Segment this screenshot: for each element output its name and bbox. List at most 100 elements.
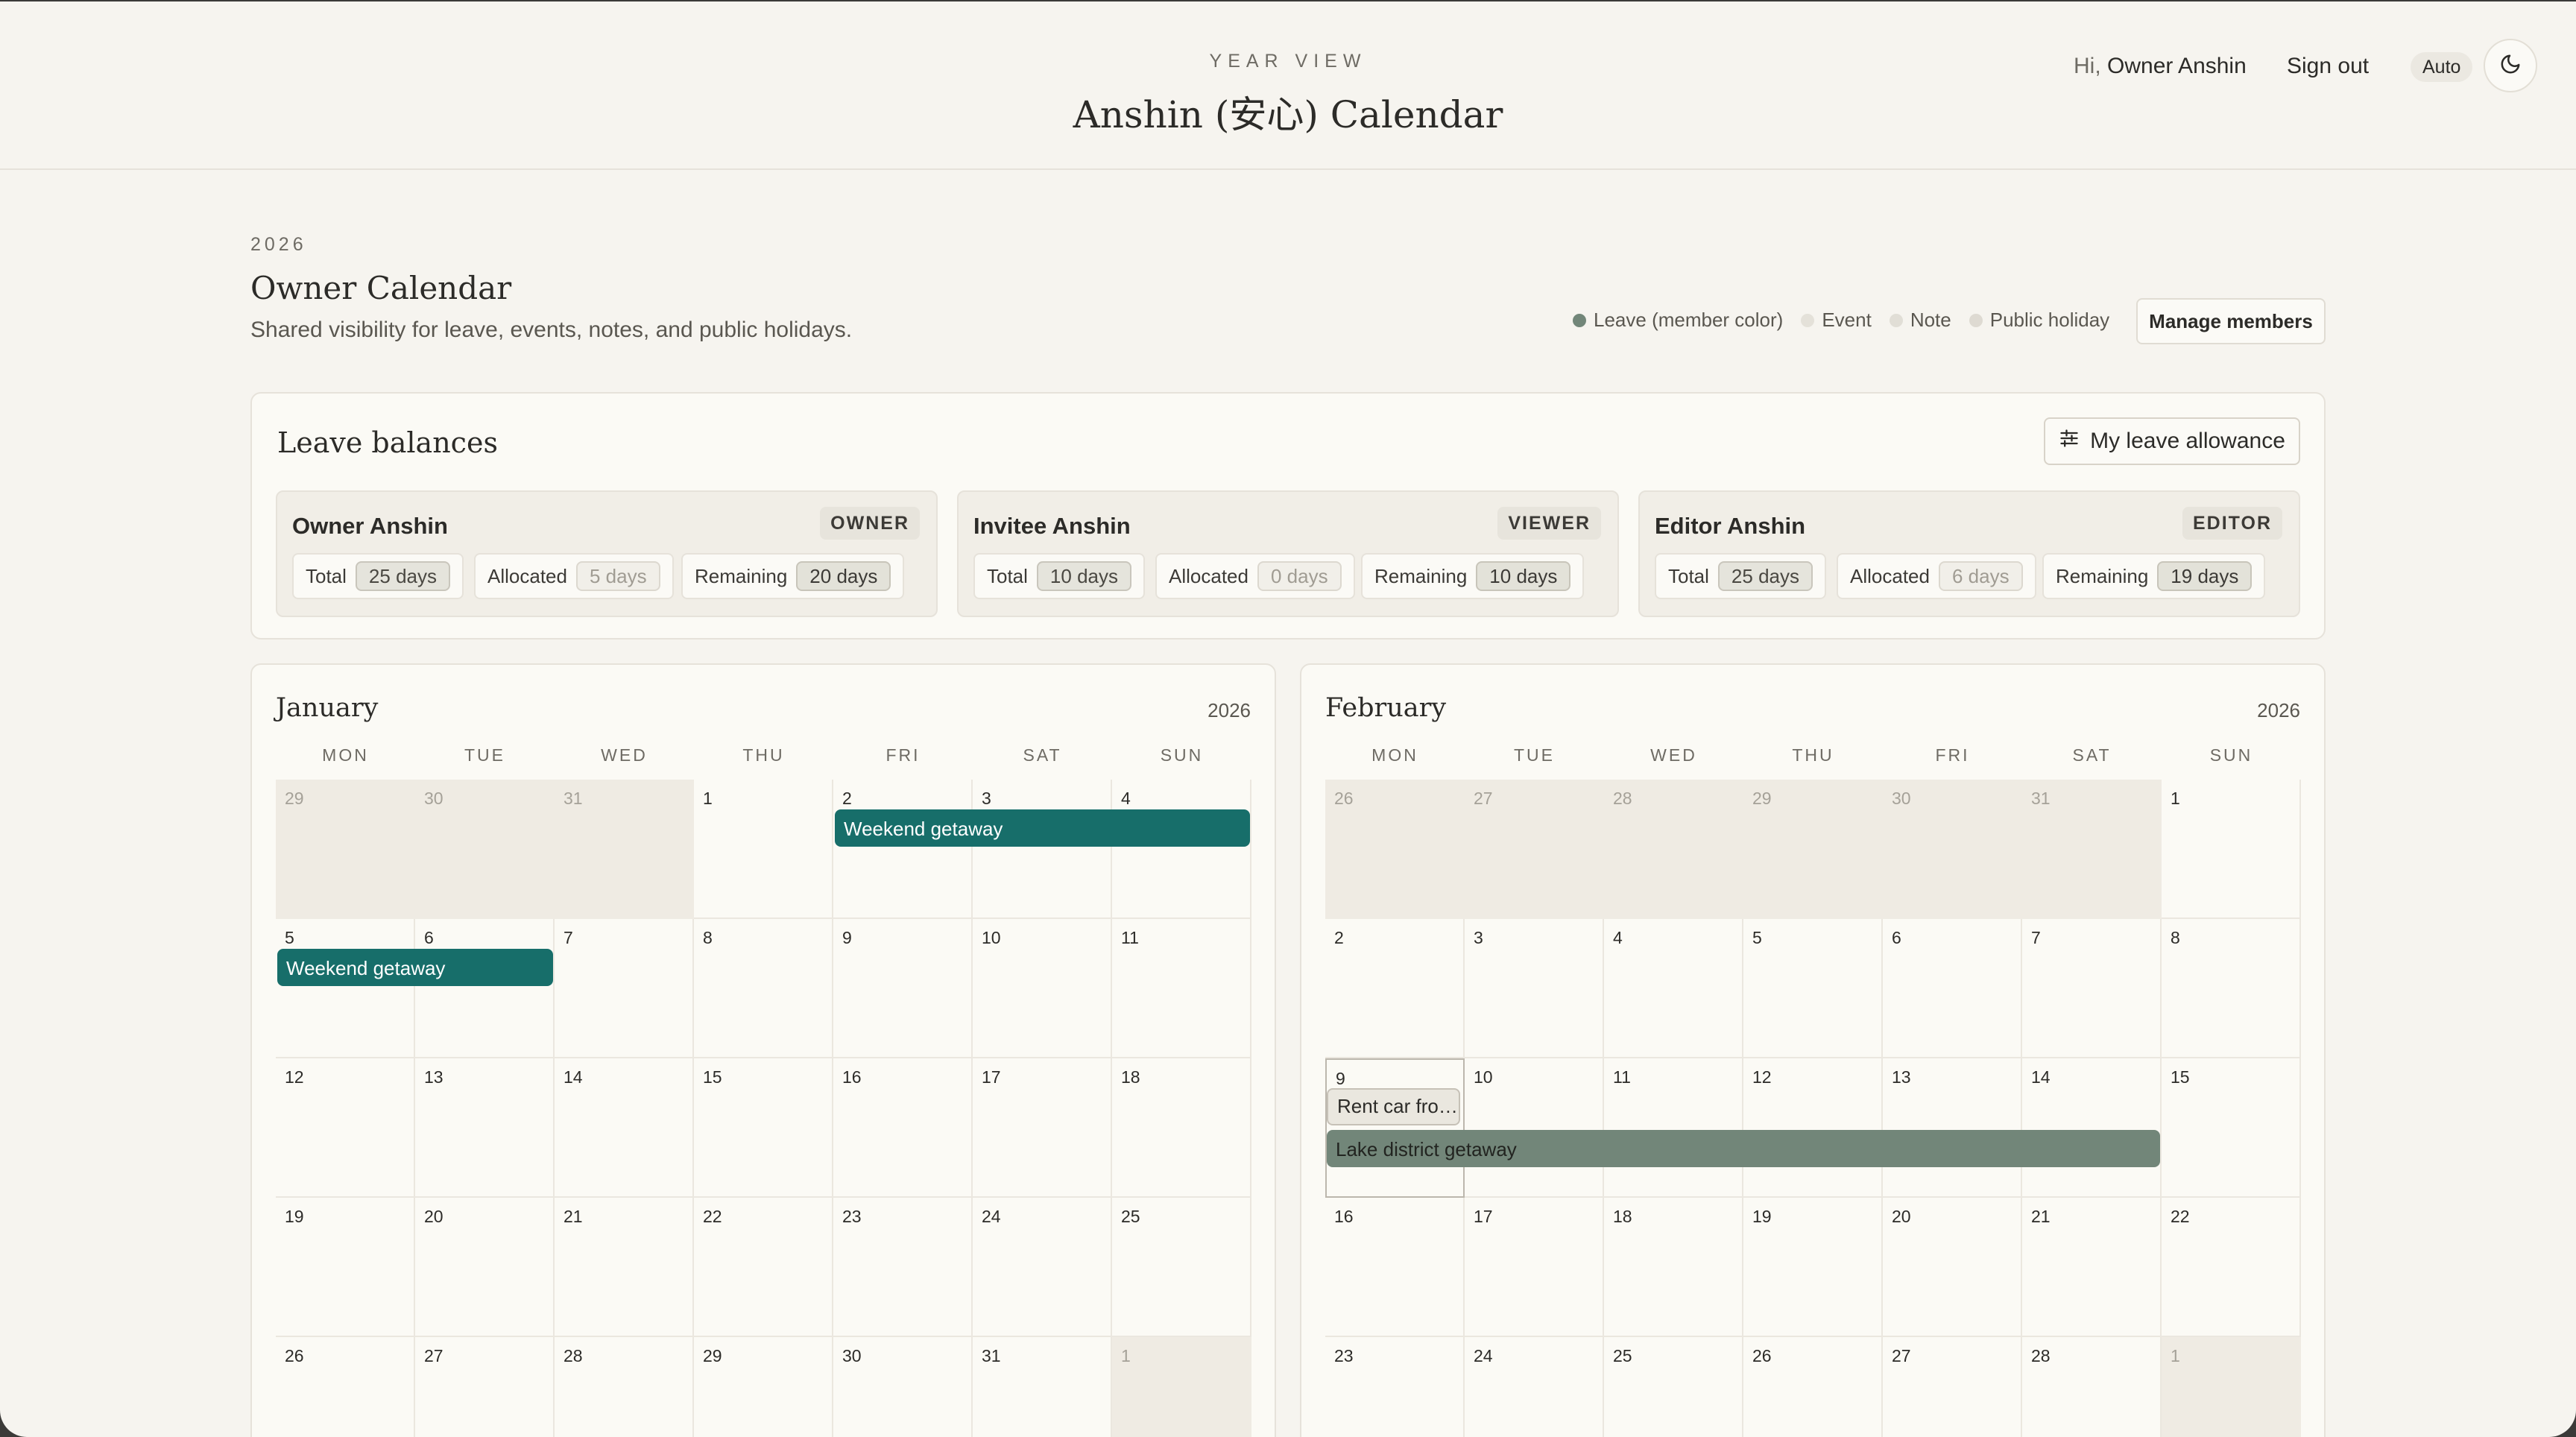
day-cell[interactable]: 13 (1883, 1058, 2022, 1198)
day-cell[interactable]: 6 (415, 919, 555, 1058)
day-cell[interactable]: 10 (973, 919, 1112, 1058)
day-number: 11 (1613, 1067, 1631, 1087)
day-cell[interactable]: 7 (555, 919, 694, 1058)
day-number: 26 (1752, 1346, 1772, 1365)
day-cell[interactable]: 25 (1112, 1198, 1251, 1337)
day-cell[interactable]: 9 (1325, 1058, 1465, 1198)
day-number: 25 (1121, 1207, 1140, 1226)
day-cell-outside[interactable]: 29 (1743, 780, 1883, 919)
day-cell[interactable]: 20 (1883, 1198, 2022, 1337)
day-cell[interactable]: 13 (415, 1058, 555, 1198)
stat-label: Total (306, 564, 347, 587)
day-cell[interactable]: 26 (276, 1337, 415, 1437)
day-cell[interactable]: 21 (2022, 1198, 2162, 1337)
day-cell[interactable]: 22 (2162, 1198, 2301, 1337)
day-cell[interactable]: 9 (833, 919, 973, 1058)
day-number: 20 (1892, 1207, 1911, 1226)
day-cell-outside[interactable]: 31 (2022, 780, 2162, 919)
day-cell[interactable]: 2 (833, 780, 973, 919)
day-cell-outside[interactable]: 30 (1883, 780, 2022, 919)
day-cell-outside[interactable]: 31 (555, 780, 694, 919)
day-cell[interactable]: 27 (415, 1337, 555, 1437)
day-cell[interactable]: 12 (276, 1058, 415, 1198)
day-cell[interactable]: 27 (1883, 1337, 2022, 1437)
day-cell[interactable]: 1 (2162, 780, 2301, 919)
day-cell[interactable]: 22 (694, 1198, 833, 1337)
day-cell[interactable]: 11 (1112, 919, 1251, 1058)
day-cell[interactable]: 12 (1743, 1058, 1883, 1198)
day-cell[interactable]: 19 (1743, 1198, 1883, 1337)
day-cell[interactable]: 17 (1465, 1198, 1604, 1337)
day-cell[interactable]: 4 (1112, 780, 1251, 919)
day-cell[interactable]: 17 (973, 1058, 1112, 1198)
day-cell[interactable]: 16 (1325, 1198, 1465, 1337)
day-cell[interactable]: 5 (276, 919, 415, 1058)
day-cell[interactable]: 1 (694, 780, 833, 919)
day-cell[interactable]: 31 (973, 1337, 1112, 1437)
day-cell[interactable]: 19 (276, 1198, 415, 1337)
sign-out-link[interactable]: Sign out (2287, 51, 2369, 82)
day-cell[interactable]: 20 (415, 1198, 555, 1337)
day-cell[interactable]: 24 (1465, 1337, 1604, 1437)
day-number: 27 (424, 1346, 443, 1365)
leave-bar[interactable]: Lake district getaway (1327, 1130, 2160, 1167)
leave-bar[interactable]: Weekend getaway (835, 809, 1250, 847)
day-cell[interactable]: 28 (555, 1337, 694, 1437)
month-year: 2026 (1208, 699, 1251, 721)
moon-icon (2499, 53, 2522, 79)
day-number: 6 (424, 928, 434, 947)
day-cell[interactable]: 18 (1112, 1058, 1251, 1198)
role-badge: OWNER (820, 507, 920, 540)
month-panel-january: January 2026 MON TUE WED THU FRI SAT SUN 29 30 3… (250, 663, 1276, 1437)
day-cell[interactable]: 23 (1325, 1337, 1465, 1437)
day-cell[interactable]: 3 (1465, 919, 1604, 1058)
day-cell[interactable]: 25 (1604, 1337, 1743, 1437)
day-cell-outside[interactable]: 30 (415, 780, 555, 919)
leave-bar[interactable]: Weekend getaway (277, 949, 553, 986)
day-number: 2 (1334, 928, 1344, 947)
day-cell[interactable]: 18 (1604, 1198, 1743, 1337)
weekday-label: FRI (1935, 745, 1970, 765)
day-cell[interactable]: 14 (2022, 1058, 2162, 1198)
day-cell-outside[interactable]: 1 (2162, 1337, 2301, 1437)
day-cell-outside[interactable]: 29 (276, 780, 415, 919)
day-cell-outside[interactable]: 28 (1604, 780, 1743, 919)
legend-item-note: Note (1889, 309, 1951, 332)
day-cell[interactable]: 26 (1743, 1337, 1883, 1437)
manage-members-button[interactable]: Manage members (2136, 298, 2326, 344)
day-cell-outside[interactable]: 26 (1325, 780, 1465, 919)
day-cell[interactable]: 30 (833, 1337, 973, 1437)
day-cell[interactable]: 11 (1604, 1058, 1743, 1198)
day-cell[interactable]: 14 (555, 1058, 694, 1198)
day-cell[interactable]: 7 (2022, 919, 2162, 1058)
event-chip[interactable]: Rent car fro… (1327, 1088, 1460, 1125)
day-cell-outside[interactable]: 27 (1465, 780, 1604, 919)
theme-mode-badge[interactable]: Auto (2411, 52, 2473, 82)
stat-label: Remaining (695, 564, 788, 587)
month-year: 2026 (2257, 699, 2300, 721)
weekday-label: SUN (1160, 745, 1204, 765)
month-grid: 29 30 31 1 2 3 4 5 6 7 8 9 10 11 12 13 14 15 16 17 18 19 20 21 2… (276, 780, 1252, 1437)
day-cell[interactable]: 21 (555, 1198, 694, 1337)
day-cell[interactable]: 3 (973, 780, 1112, 919)
day-number: 27 (1474, 789, 1493, 808)
day-cell[interactable]: 4 (1604, 919, 1743, 1058)
allocated-value: 5 days (575, 561, 660, 591)
leave-allowance-button[interactable]: My leave allowance (2044, 417, 2300, 465)
day-cell[interactable]: 15 (2162, 1058, 2301, 1198)
day-cell[interactable]: 16 (833, 1058, 973, 1198)
day-number: 24 (982, 1207, 1001, 1226)
day-cell[interactable]: 2 (1325, 919, 1465, 1058)
day-cell[interactable]: 6 (1883, 919, 2022, 1058)
day-cell[interactable]: 15 (694, 1058, 833, 1198)
theme-toggle-button[interactable] (2484, 39, 2537, 92)
day-cell[interactable]: 23 (833, 1198, 973, 1337)
day-cell[interactable]: 28 (2022, 1337, 2162, 1437)
day-cell[interactable]: 10 (1465, 1058, 1604, 1198)
day-cell[interactable]: 8 (694, 919, 833, 1058)
day-cell[interactable]: 29 (694, 1337, 833, 1437)
day-cell[interactable]: 24 (973, 1198, 1112, 1337)
day-cell[interactable]: 8 (2162, 919, 2301, 1058)
day-cell[interactable]: 5 (1743, 919, 1883, 1058)
day-cell-outside[interactable]: 1 (1112, 1337, 1251, 1437)
